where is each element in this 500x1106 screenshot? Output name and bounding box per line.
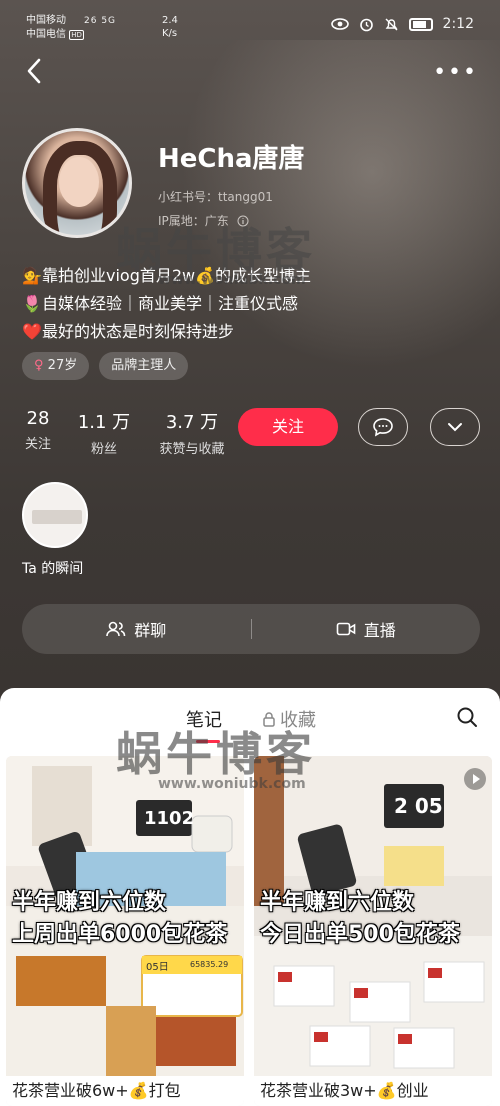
- network-speed: 2.4 K/s: [162, 14, 178, 40]
- tulip-icon: 🌷: [22, 294, 42, 313]
- message-button[interactable]: [358, 408, 408, 446]
- note-card[interactable]: 2 05 半年赚到六位数 今日出单500包花茶 花茶营业破3w+💰创业: [254, 756, 492, 1106]
- stat-fans[interactable]: 1.1 万 粉丝: [76, 408, 132, 457]
- back-arrow-icon[interactable]: [20, 56, 50, 86]
- tag-age: ♀ 27岁: [22, 352, 90, 380]
- stat-label: 关注: [24, 437, 51, 452]
- group-chat-button[interactable]: 群聊: [22, 617, 251, 641]
- alarm-icon: [359, 18, 373, 31]
- profile-tags: ♀ 27岁 品牌主理人: [22, 352, 189, 380]
- cover-overlay-line1: 半年赚到六位数: [12, 890, 167, 915]
- expand-button[interactable]: [430, 408, 480, 446]
- tag-text: 27岁: [47, 358, 78, 373]
- profile-name: HeCha唐唐: [158, 144, 305, 174]
- device-screen-text: 2 05: [394, 794, 443, 818]
- chat-bubble-icon: [373, 418, 393, 437]
- watermark-url: www.woniubk.com: [158, 776, 306, 792]
- speed-value: 2.4: [162, 15, 178, 26]
- live-button[interactable]: 直播: [252, 617, 481, 641]
- tag-role: 品牌主理人: [99, 352, 189, 380]
- more-options-icon[interactable]: •••: [433, 60, 478, 85]
- hd-badge: HD: [69, 30, 84, 40]
- signal-indicator: 26 5G: [84, 16, 117, 26]
- bio-line-3: ❤️最好的状态是时刻保持进步: [22, 318, 234, 342]
- mute-bell-icon: [385, 18, 398, 30]
- account-id: 小红书号：ttangg01: [158, 190, 273, 204]
- note-title: 花茶营业破6w+💰打包: [6, 1076, 244, 1106]
- bio-text: 自媒体经验｜商业美学｜注重仪式感: [42, 294, 299, 313]
- carrier-1: 中国移动: [26, 15, 66, 26]
- moment-thumbnail[interactable]: [22, 482, 88, 548]
- speed-unit: K/s: [162, 28, 178, 39]
- cover-overlay-line2: 今日出单500包花茶: [260, 922, 460, 947]
- cover-overlay-line1: 半年赚到六位数: [260, 890, 415, 915]
- group-chat-label: 群聊: [134, 621, 167, 640]
- clock: 2:12: [442, 16, 474, 32]
- carrier-2: 中国电信: [26, 29, 66, 40]
- avatar-face: [59, 157, 99, 207]
- watermark-url: www.woniubk.com: [158, 272, 306, 288]
- note-card[interactable]: 1102 05日 65835.29 半年赚到六位数 上周出单6000包花茶 花茶…: [6, 756, 244, 1106]
- bio-text: 最好的状态是时刻保持进步: [42, 322, 235, 341]
- female-icon: ♀: [34, 358, 44, 373]
- person-icon: 💁: [22, 266, 42, 285]
- moment-thumb-content: [32, 510, 82, 524]
- stat-label: 粉丝: [90, 442, 117, 457]
- app-amount: 65835.29: [190, 960, 229, 969]
- status-right: 2:12: [330, 16, 474, 32]
- watermark-text: 蜗牛博客: [116, 727, 316, 781]
- search-icon[interactable]: [456, 706, 478, 728]
- group-icon: [106, 621, 126, 637]
- status-bar: 中国移动 中国电信 HD 26 5G 2.4 K/s 2:12: [0, 0, 500, 48]
- stat-label: 获赞与收藏: [159, 442, 225, 457]
- stat-value: 1.1 万: [77, 412, 131, 433]
- video-camera-icon: [336, 622, 356, 636]
- moments-label: Ta 的瞬间: [22, 561, 84, 577]
- follow-button[interactable]: 关注: [238, 408, 338, 446]
- device-screen-text: 1102: [144, 808, 195, 829]
- action-bar: 群聊 直播: [22, 604, 480, 654]
- heart-icon: ❤️: [22, 322, 42, 341]
- eye-icon: [330, 18, 349, 30]
- stat-value: 3.7 万: [165, 412, 219, 433]
- cover-overlay-line2: 上周出单6000包花茶: [12, 922, 228, 947]
- bio-line-2: 🌷自媒体经验｜商业美学｜注重仪式感: [22, 290, 298, 314]
- watermark-text: 蜗牛博客: [116, 223, 316, 277]
- battery-icon: [408, 17, 433, 31]
- live-label: 直播: [363, 621, 396, 640]
- stat-following[interactable]: 28 关注: [22, 408, 54, 452]
- stat-likes[interactable]: 3.7 万 获赞与收藏: [152, 408, 232, 457]
- app-date: 05日: [146, 962, 169, 973]
- carrier-info: 中国移动 中国电信 HD: [26, 14, 84, 42]
- stat-value: 28: [26, 408, 50, 429]
- chevron-down-icon: [448, 423, 462, 432]
- video-play-icon: [464, 768, 486, 790]
- note-title: 花茶营业破3w+💰创业: [254, 1076, 492, 1106]
